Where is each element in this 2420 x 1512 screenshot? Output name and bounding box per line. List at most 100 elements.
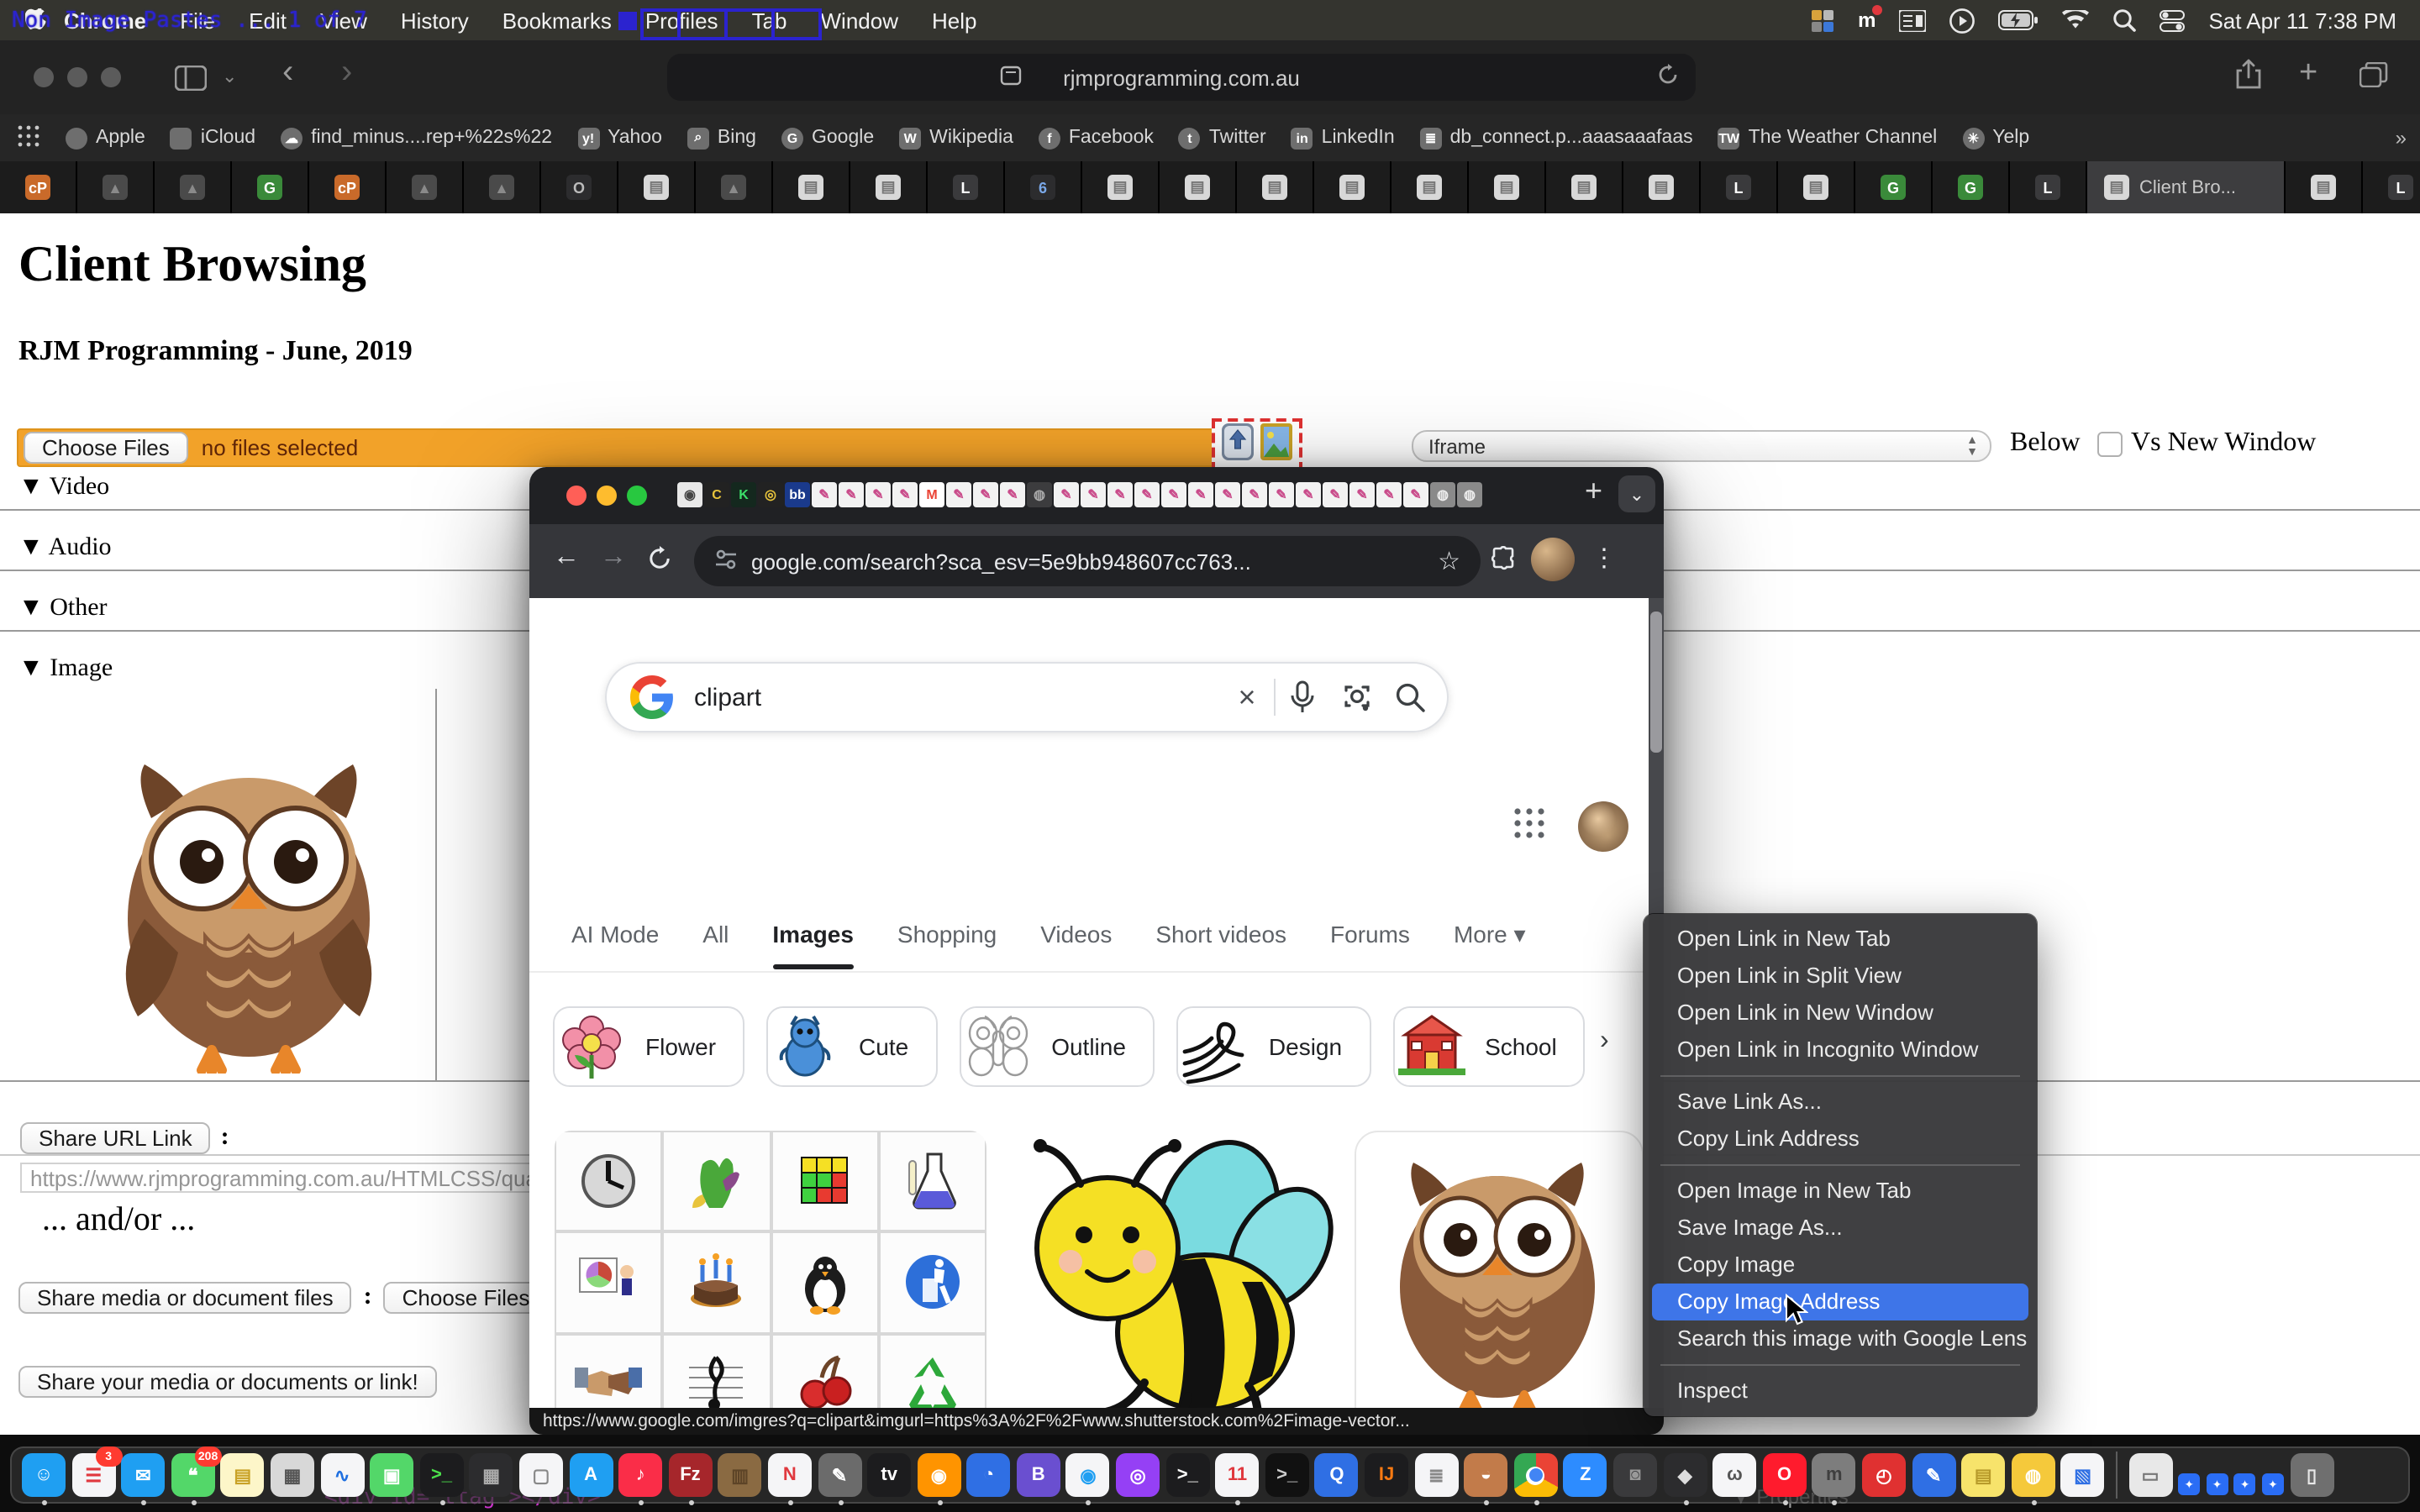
bookmark-db-connect-p-aaasaaafaas[interactable]: ≣db_connect.p...aaasaaafaas (1420, 127, 1693, 149)
paint-tab-favicon[interactable]: ✎ (1349, 482, 1375, 507)
google-tab-all[interactable]: All (702, 921, 729, 969)
voice-search-icon[interactable] (1276, 680, 1329, 714)
upload-icon[interactable] (1222, 423, 1254, 468)
spotlight-icon[interactable] (2112, 8, 2136, 32)
dock-shortcuts[interactable]: ◔ (967, 1453, 1011, 1497)
choose-files-button-2[interactable]: Choose Files (384, 1282, 549, 1314)
dock-trash[interactable]: ▯ (2290, 1453, 2333, 1497)
wifi-icon[interactable] (2062, 10, 2089, 30)
popup-minimize-button[interactable] (597, 486, 617, 506)
dock-bulb-app[interactable]: ◍ (2012, 1453, 2055, 1497)
choose-files-button[interactable]: Choose Files (24, 432, 188, 464)
browser-tab[interactable]: ▲ (387, 161, 464, 213)
browser-tab[interactable]: L (1701, 161, 1778, 213)
search-query-text[interactable]: clipart (694, 683, 1220, 711)
context-menu-item-save-image-as-[interactable]: Save Image As... (1644, 1210, 2037, 1247)
owl-clipart-image[interactable] (101, 717, 397, 1082)
menu-item-help[interactable]: Help (915, 8, 994, 33)
browser-tab[interactable]: 6 (1005, 161, 1082, 213)
dock-stickies[interactable]: ▤ (1961, 1453, 2005, 1497)
popup-address-bar[interactable]: google.com/search?sca_esv=5e9bb948607cc7… (694, 536, 1481, 586)
image-paste-icon[interactable] (1260, 423, 1292, 468)
paint-tab-favicon[interactable]: ✎ (1107, 482, 1133, 507)
dock-notes[interactable]: ▤ (221, 1453, 265, 1497)
disc-tab-favicon[interactable]: ◉ (677, 482, 702, 507)
globe2-tab-favicon[interactable]: ◍ (1430, 482, 1455, 507)
search-submit-icon[interactable] (1383, 682, 1437, 712)
context-menu-item-copy-link-address[interactable]: Copy Link Address (1644, 1121, 2037, 1158)
popup-zoom-button[interactable] (627, 486, 647, 506)
browser-tab[interactable]: L (928, 161, 1005, 213)
dock-app-store[interactable]: A (569, 1453, 613, 1497)
bookmark-the-weather-channel[interactable]: TWThe Weather Channel (1718, 127, 1938, 149)
context-menu-item-open-link-in-incognito-window[interactable]: Open Link in Incognito Window (1644, 1032, 2037, 1068)
dock-terminal-2[interactable]: >_ (1165, 1453, 1209, 1497)
result-image-wikipedia[interactable] (555, 1131, 986, 1408)
bookmark-star-icon[interactable]: ☆ (1438, 546, 1460, 576)
browser-tab[interactable]: ▲ (155, 161, 232, 213)
paint-tab-favicon[interactable]: ✎ (1215, 482, 1240, 507)
browser-tab[interactable]: G (232, 161, 309, 213)
dock-reminders[interactable]: ☰3 (71, 1453, 115, 1497)
google-tab-more-[interactable]: More ▾ (1454, 921, 1526, 969)
dock-news[interactable]: N (768, 1453, 812, 1497)
britbox-tab-favicon[interactable]: bb (785, 482, 810, 507)
dock-contacts[interactable]: ▥ (718, 1453, 762, 1497)
paint-tab-favicon[interactable]: ✎ (1296, 482, 1321, 507)
dock-grapher[interactable]: ∿ (320, 1453, 364, 1497)
gmail-tab-favicon[interactable]: M (919, 482, 944, 507)
dock-firefox[interactable]: ◉ (917, 1453, 960, 1497)
browser-tab[interactable]: L (2010, 161, 2087, 213)
browser-tab[interactable]: ▤ (618, 161, 696, 213)
paint-tab-favicon[interactable]: ✎ (1403, 482, 1428, 507)
menu-item-bookmarks[interactable]: Bookmarks (486, 8, 629, 33)
vs-new-window-checkbox[interactable] (2097, 432, 2123, 457)
browser-tab[interactable]: ▲ (696, 161, 773, 213)
input-grid-icon[interactable] (1809, 8, 1834, 33)
browser-tab[interactable]: ▤ (1082, 161, 1160, 213)
back-button[interactable]: ‹ (282, 54, 293, 91)
context-menu-item-save-link-as-[interactable]: Save Link As... (1644, 1084, 2037, 1121)
dock-apple-tv[interactable]: tv (867, 1453, 911, 1497)
section-video[interactable]: ▼ Video (18, 474, 109, 502)
dock-calendar[interactable]: 11 (1216, 1453, 1260, 1497)
browser-tab[interactable]: ▤ (1546, 161, 1623, 213)
play-circle-icon[interactable] (1949, 8, 1975, 33)
dock-textedit[interactable]: ≣ (1414, 1453, 1458, 1497)
browser-tab[interactable]: ▤ (1469, 161, 1546, 213)
google-tab-images[interactable]: Images (772, 921, 854, 969)
context-menu-item-open-link-in-new-tab[interactable]: Open Link in New Tab (1644, 921, 2037, 958)
browser-tab[interactable]: cP (0, 161, 77, 213)
paint-tab-favicon[interactable]: ✎ (973, 482, 998, 507)
menu-clock[interactable]: Sat Apr 11 7:38 PM (2208, 8, 2396, 33)
paste-drop-zone[interactable] (1212, 418, 1302, 472)
dock-speedtest[interactable]: ◴ (1862, 1453, 1906, 1497)
popup-reload-icon[interactable] (647, 546, 672, 580)
dock-filezilla[interactable]: Fz (668, 1453, 712, 1497)
browser-tab[interactable]: G (1855, 161, 1933, 213)
dock-art-set[interactable]: ◒ (1464, 1453, 1507, 1497)
popup-scrollbar-thumb[interactable] (1650, 612, 1662, 753)
browser-tab[interactable]: ▤ (1778, 161, 1855, 213)
paint-tab-favicon[interactable]: ✎ (1188, 482, 1213, 507)
paint-tab-favicon[interactable]: ✎ (1269, 482, 1294, 507)
dock-preview[interactable]: ▢ (519, 1453, 563, 1497)
paint-tab-favicon[interactable]: ✎ (1242, 482, 1267, 507)
browser-tab[interactable]: ▤ (1314, 161, 1392, 213)
display-mode-select[interactable]: Iframe ▲▼ (1412, 430, 1991, 462)
mimestream-icon[interactable]: m (1858, 8, 1876, 32)
dock-camera-app[interactable]: ◙ (1613, 1453, 1657, 1497)
section-image[interactable]: ▼ Image (18, 655, 113, 684)
section-audio[interactable]: ▼ Audio (18, 534, 112, 563)
cgold-tab-favicon[interactable]: ◎ (758, 482, 783, 507)
google-tab-shopping[interactable]: Shopping (897, 921, 997, 969)
dock-intellij[interactable]: IJ (1365, 1453, 1408, 1497)
browser-tab[interactable]: ▤ (1160, 161, 1237, 213)
address-bar[interactable]: rjmprogramming.com.au (667, 54, 1696, 101)
extensions-puzzle-icon[interactable] (1491, 546, 1516, 580)
google-tab-short-videos[interactable]: Short videos (1155, 921, 1286, 969)
bookmarks-overflow-icon[interactable]: » (2396, 126, 2403, 150)
dock-finder[interactable]: ☺ (22, 1453, 66, 1497)
google-tab-ai-mode[interactable]: AI Mode (571, 921, 659, 969)
paint-tab-favicon[interactable]: ✎ (1054, 482, 1079, 507)
